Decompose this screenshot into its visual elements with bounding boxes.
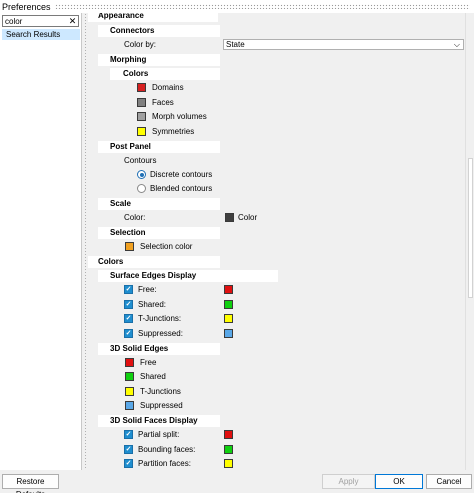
colors-header: Colors [98, 257, 124, 266]
search-box[interactable]: ✕ [2, 15, 79, 27]
discrete-contours-label: Discrete contours [150, 170, 213, 179]
solid-free-color-swatch[interactable] [125, 358, 134, 367]
chevron-down-icon: ⌵ [453, 40, 460, 49]
partition-faces-checkbox[interactable]: ✓ [124, 459, 133, 468]
morph-volumes-label: Morph volumes [152, 112, 207, 121]
surface-edges-header: Surface Edges Display [110, 271, 197, 280]
scale-color-value: Color [238, 213, 258, 222]
suppressed-label: Suppressed: [138, 329, 183, 338]
bounding-faces-checkbox[interactable]: ✓ [124, 445, 133, 454]
free-color-swatch[interactable] [224, 285, 233, 294]
scale-header: Scale [110, 199, 131, 208]
solid-faces-header: 3D Solid Faces Display [110, 416, 198, 425]
title-grip[interactable] [54, 4, 470, 9]
cancel-button[interactable]: Cancel [426, 474, 472, 489]
faces-label: Faces [152, 98, 174, 107]
bounding-faces-color-swatch[interactable] [224, 445, 233, 454]
restore-defaults-button[interactable]: Restore Defaults [2, 474, 59, 493]
faces-color-swatch[interactable] [137, 98, 146, 107]
suppressed-color-swatch[interactable] [224, 329, 233, 338]
bounding-faces-label: Bounding faces: [138, 445, 196, 454]
title-bar: Preferences [0, 0, 474, 13]
appearance-header: Appearance [98, 13, 144, 20]
solid-suppressed-label: Suppressed [140, 401, 183, 410]
solid-edges-header: 3D Solid Edges [110, 344, 169, 353]
domains-label: Domains [152, 83, 184, 92]
solid-shared-label: Shared [140, 372, 166, 381]
shared-color-swatch[interactable] [224, 300, 233, 309]
splitter-handle[interactable] [84, 13, 87, 470]
vertical-scrollbar[interactable] [465, 13, 474, 470]
domains-color-swatch[interactable] [137, 83, 146, 92]
button-bar: Restore Defaults Apply OK Cancel [0, 470, 474, 493]
partial-split-color-swatch[interactable] [224, 430, 233, 439]
ok-button[interactable]: OK [375, 474, 423, 489]
scale-color-swatch[interactable] [225, 213, 234, 222]
t-junctions-color-swatch[interactable] [224, 314, 233, 323]
partial-split-checkbox[interactable]: ✓ [124, 430, 133, 439]
window-title: Preferences [2, 1, 51, 12]
blended-contours-radio[interactable] [137, 184, 146, 193]
clear-search-icon[interactable]: ✕ [67, 16, 78, 26]
symmetries-label: Symmetries [152, 127, 195, 136]
partial-split-label: Partial split: [138, 430, 180, 439]
selection-header: Selection [110, 228, 146, 237]
post-panel-header: Post Panel [110, 142, 151, 151]
scrollbar-thumb[interactable] [468, 158, 473, 298]
solid-shared-color-swatch[interactable] [125, 372, 134, 381]
solid-t-junctions-color-swatch[interactable] [125, 387, 134, 396]
search-input[interactable] [3, 16, 67, 26]
solid-free-label: Free [140, 358, 157, 367]
morph-volumes-color-swatch[interactable] [137, 112, 146, 121]
color-by-label: Color by: [124, 40, 157, 49]
morphing-colors-header: Colors [123, 69, 149, 78]
free-label: Free: [138, 285, 157, 294]
color-by-value: State [226, 40, 245, 49]
connectors-header: Connectors [110, 26, 155, 35]
left-panel: ✕ Search Results [0, 13, 82, 470]
suppressed-checkbox[interactable]: ✓ [124, 329, 133, 338]
partition-faces-color-swatch[interactable] [224, 459, 233, 468]
t-junctions-label: T-Junctions: [138, 314, 182, 323]
partition-faces-label: Partition faces: [138, 459, 191, 468]
discrete-contours-radio[interactable] [137, 170, 146, 179]
blended-contours-label: Blended contours [150, 184, 213, 193]
solid-t-junctions-label: T-Junctions [140, 387, 181, 396]
selection-color-label: Selection color [140, 242, 193, 251]
morphing-header: Morphing [110, 55, 147, 64]
solid-suppressed-color-swatch[interactable] [125, 401, 134, 410]
free-checkbox[interactable]: ✓ [124, 285, 133, 294]
apply-button[interactable]: Apply [322, 474, 375, 489]
preferences-content: Appearance Connectors Color by: State ⌵ … [88, 13, 464, 470]
selection-color-swatch[interactable] [125, 242, 134, 251]
contours-label: Contours [124, 156, 157, 165]
t-junctions-checkbox[interactable]: ✓ [124, 314, 133, 323]
color-by-dropdown[interactable]: State ⌵ [223, 39, 464, 50]
search-results-item[interactable]: Search Results [2, 29, 80, 40]
scale-color-label: Color: [124, 213, 146, 222]
symmetries-color-swatch[interactable] [137, 127, 146, 136]
shared-label: Shared: [138, 300, 167, 309]
shared-checkbox[interactable]: ✓ [124, 300, 133, 309]
